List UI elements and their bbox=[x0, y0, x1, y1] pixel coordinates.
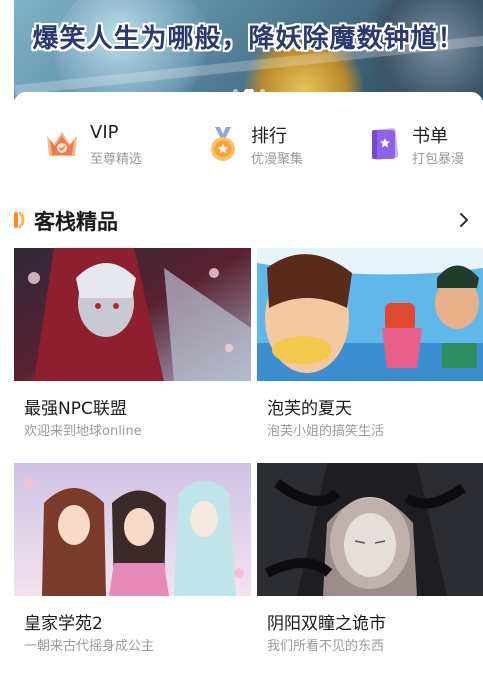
comic-cover bbox=[257, 248, 483, 381]
banner-carousel[interactable]: 爆笑人生为哪般，降妖除魔数钟馗！ bbox=[14, 0, 483, 100]
comic-title: 阴阳双瞳之诡市 bbox=[267, 614, 386, 634]
comic-cover bbox=[257, 463, 483, 596]
section-accent-icon bbox=[14, 211, 25, 229]
comic-card[interactable]: 皇家学苑2 一朝来古代摇身成公主 bbox=[14, 463, 251, 663]
comic-card[interactable]: 最强NPC联盟 欢迎来到地球online bbox=[14, 248, 251, 448]
shortcut-ranking-title: 排行 bbox=[251, 126, 287, 147]
comic-subtitle: 泡芙小姐的搞笑生活 bbox=[267, 424, 385, 439]
shortcut-ranking-subtitle: 优漫聚集 bbox=[251, 152, 304, 167]
comic-card[interactable]: 阴阳双瞳之诡市 我们所看不见的东西 bbox=[257, 463, 483, 663]
shortcut-booklist[interactable]: 书单 打包暴漫 bbox=[364, 118, 483, 172]
book-icon bbox=[371, 128, 399, 160]
shortcut-vip-title: VIP bbox=[90, 122, 119, 143]
shortcut-vip[interactable]: VIP 至尊精选 bbox=[42, 118, 192, 172]
shortcut-booklist-title: 书单 bbox=[412, 126, 448, 147]
shortcut-vip-subtitle: 至尊精选 bbox=[90, 152, 143, 167]
comic-cover bbox=[14, 248, 251, 381]
crown-icon bbox=[47, 132, 77, 156]
comic-title: 最强NPC联盟 bbox=[24, 399, 127, 419]
chevron-right-icon[interactable] bbox=[453, 208, 475, 232]
comic-cover bbox=[14, 463, 251, 596]
app-screen: 爆笑人生为哪般，降妖除魔数钟馗！ VIP 至尊精选 排行 优漫聚集 书单 打包暴… bbox=[0, 0, 483, 685]
section-header: 客栈精品 bbox=[0, 204, 483, 236]
shortcut-ranking[interactable]: 排行 优漫聚集 bbox=[203, 118, 353, 172]
comic-card[interactable]: 泡芙的夏天 泡芙小姐的搞笑生活 bbox=[257, 248, 483, 448]
shortcut-booklist-subtitle: 打包暴漫 bbox=[412, 152, 465, 167]
comic-subtitle: 我们所看不见的东西 bbox=[267, 639, 385, 654]
comic-subtitle: 一朝来古代摇身成公主 bbox=[24, 639, 155, 654]
banner-caption: 爆笑人生为哪般，降妖除魔数钟馗！ bbox=[32, 24, 465, 54]
medal-icon bbox=[211, 127, 235, 161]
content-sheet-edge bbox=[14, 92, 483, 108]
section-title: 客栈精品 bbox=[34, 210, 118, 234]
comic-title: 皇家学苑2 bbox=[24, 614, 103, 634]
shortcut-row: VIP 至尊精选 排行 优漫聚集 书单 打包暴漫 bbox=[0, 118, 483, 172]
comic-subtitle: 欢迎来到地球online bbox=[24, 424, 142, 439]
comic-title: 泡芙的夏天 bbox=[267, 399, 352, 419]
